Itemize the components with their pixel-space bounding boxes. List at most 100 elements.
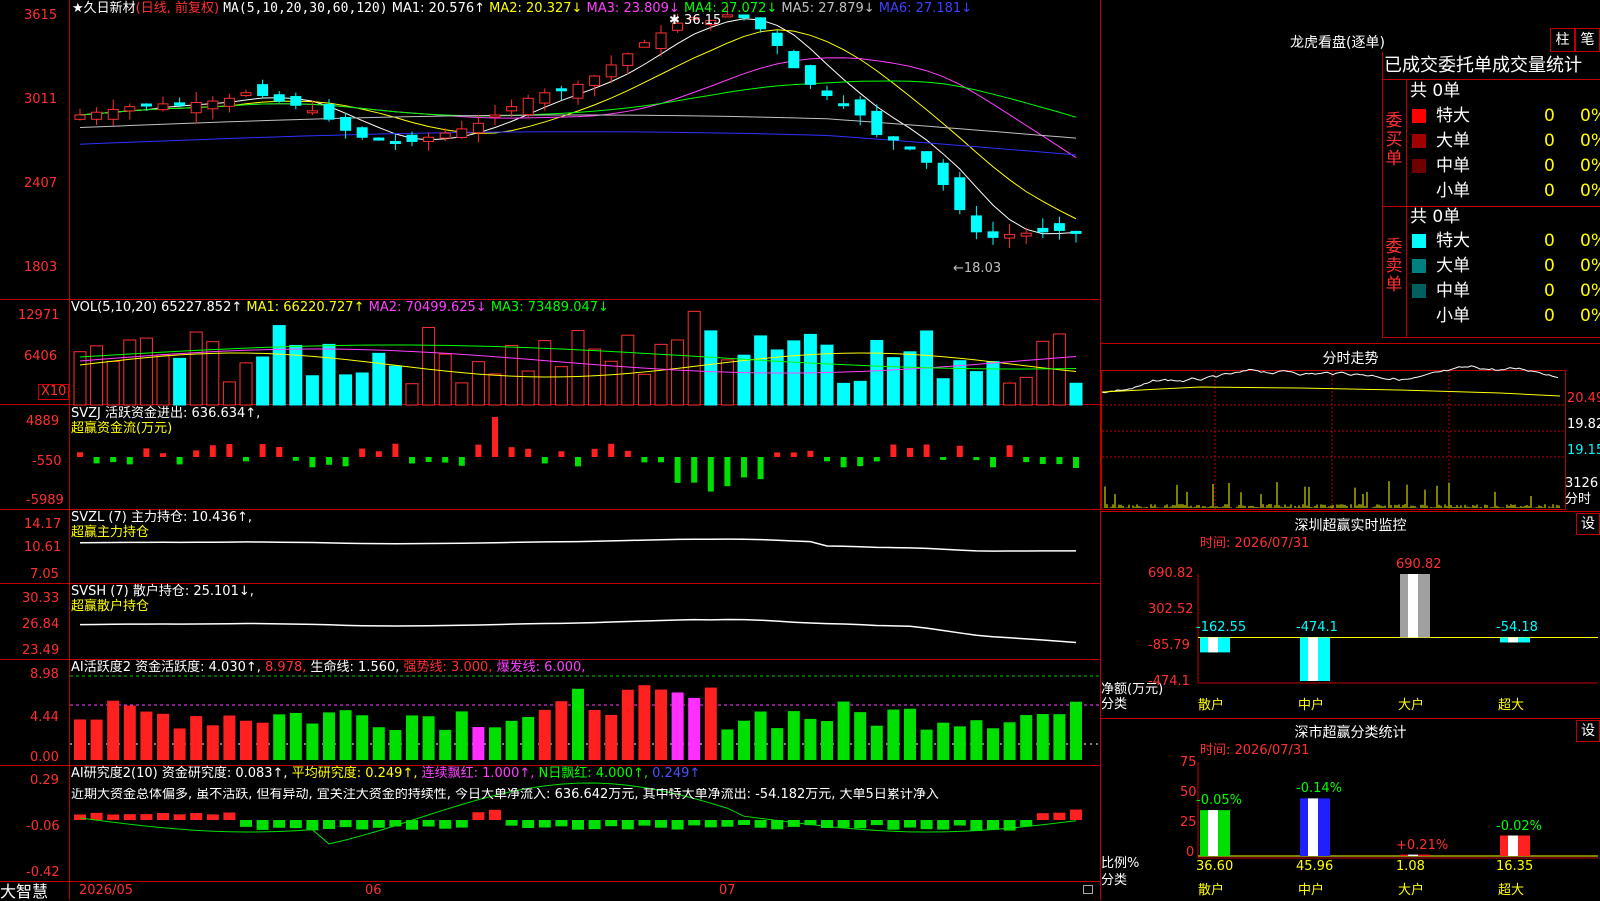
research-bar [190,813,203,820]
buy-row-count: 0 [1544,131,1555,151]
flow-bar [309,457,316,468]
monitor-settings-button[interactable]: 设 [1576,513,1600,535]
research-bar [970,820,983,831]
activity-bar [173,728,186,760]
research-bar [489,809,501,820]
stats-settings-button[interactable]: 设 [1576,720,1600,742]
category-bar-highlight [1208,637,1218,653]
research-bar [538,820,551,828]
research-bar [74,814,86,820]
stats-xlabel: 分类 [1101,873,1128,888]
volume-bar [355,372,369,406]
candle-body [887,136,899,141]
stock-name[interactable]: ★久日新材 [72,1,136,16]
longhu-title: 龙虎看盘(逐单) [1290,35,1385,51]
research-bar [173,814,186,820]
activity-bar [605,714,618,760]
research-bar [356,820,369,830]
candle-body [157,103,169,111]
flow-bar [375,451,382,457]
bar-mode-button[interactable]: 柱 [1550,28,1575,52]
research-bar [107,814,120,820]
svzj-axis-label: 4889 [26,414,60,429]
ai-active-v2: 8.978, [265,660,307,675]
research-bar [854,820,867,829]
candlestick-chart[interactable] [0,0,1101,900]
flow-bar [541,457,548,464]
ma-value-1: MA2: 20.327↓ [485,1,583,16]
candle-body [273,94,285,102]
research-bar [704,820,717,828]
activity-bar [572,688,584,760]
brand-logo: 大智慧 [0,882,49,901]
candle-body [257,84,269,97]
candle-body [240,92,252,96]
research-bar [721,820,734,827]
flow-bar [575,457,581,467]
volume-bar [737,354,751,406]
date-label: 2026/05 [79,883,134,898]
intraday-title: 分时走势 [1322,351,1379,367]
candle-body [1070,230,1082,234]
volume-bar [106,361,120,406]
candle-body [539,92,551,104]
chart-mode[interactable]: (日线, 前复权) [136,1,219,16]
candle-body [290,96,302,106]
activity-bar [422,716,435,760]
volume-bar [720,359,734,406]
bar-change-label: -0.02% [1496,818,1542,834]
flow-bar [990,457,996,468]
candle-body [838,103,850,107]
activity-bar [920,729,933,760]
sell-row-count: 0 [1544,306,1555,326]
volume-bar [256,356,270,406]
lock-icon[interactable] [1083,885,1093,894]
volume-bar [73,351,87,406]
pen-mode-button[interactable]: 笔 [1575,28,1600,52]
flow-bar [292,457,299,461]
sell-row-swatch [1412,234,1426,248]
candle-body [937,162,949,186]
buy-row-swatch [1412,184,1426,198]
category-bar-highlight [1508,637,1518,643]
activity-bar [1036,714,1049,760]
flow-bar [1023,457,1030,463]
volume-bar [671,339,685,406]
intraday-chart-frame[interactable] [1101,370,1566,510]
activity-bar [223,715,236,760]
flow-bar [209,445,216,457]
flow-bar [425,457,432,462]
vol-axis-label: 6406 [24,349,58,364]
vol-ma-value-2: MA3: 73489.047↓ [486,300,609,315]
sell-total: 共 0单 [1410,207,1461,227]
candle-body [755,17,767,30]
flow-bar [525,448,532,457]
activity-bar [655,689,667,760]
candle-body [638,42,650,48]
volume-bar [936,378,950,406]
candle-body [207,100,219,110]
candle-body [223,97,235,107]
intraday-axis-label: 20.49 [1567,391,1600,406]
date-label: 06 [365,883,382,898]
flow-bar [276,446,283,457]
activity-bar [123,705,136,760]
research-bar [937,820,950,830]
volume-bar [554,366,568,406]
svzj-axis-label: -5989 [26,493,64,508]
flow-bar [757,457,764,480]
research-bar [555,820,568,827]
activity-bar [439,729,452,760]
volume-bar [604,360,618,406]
sell-row-name: 大单 [1436,256,1470,276]
low-price-label: ←18.03 [953,261,1002,276]
category-bar [1500,637,1530,643]
monitor-xlabel: 分类 [1101,697,1128,712]
bar-value-label: -162.55 [1196,620,1247,636]
candle-body [771,32,783,46]
ai-active-strong: 强势线: 3.000, [403,660,493,675]
retail-holding-line [79,618,1077,644]
flow-bar [674,457,681,483]
flow-bar [243,457,249,462]
sell-row-pct: 0% [1580,306,1600,326]
